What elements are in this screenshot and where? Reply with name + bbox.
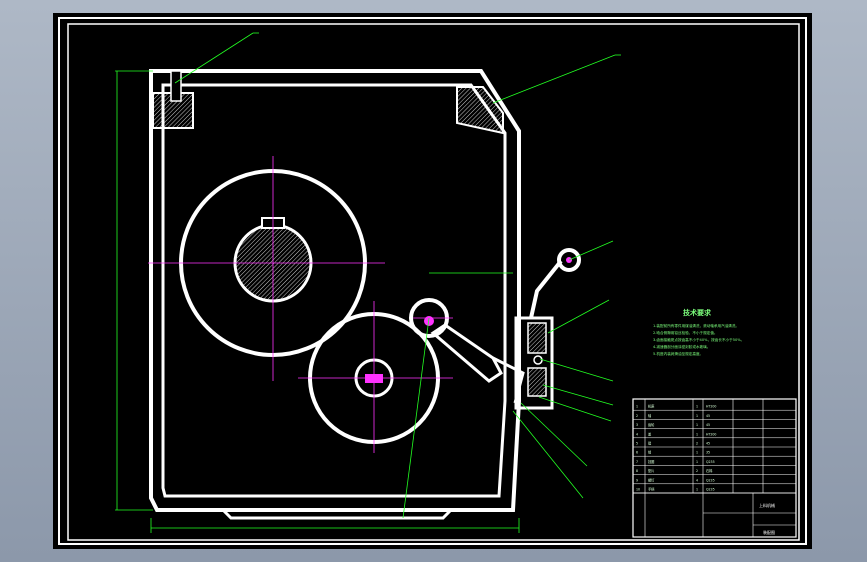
part-title: 装配图 (763, 529, 775, 535)
parts-cell: 齿轮 (648, 422, 655, 427)
large-gear (148, 156, 385, 381)
parts-cell: 2 (636, 414, 638, 418)
parts-cell: 垫片 (648, 468, 654, 473)
parts-list: 1 机座 1 HT200 2 轴 1 45 3 齿轮 1 45 4 盖 1 HT200 5 键 2 45 6 销 1 35 7 挡… (633, 404, 796, 494)
parts-cell: 2 (696, 469, 698, 473)
parts-cell: 9 (636, 478, 638, 482)
parts-cell: 1 (696, 423, 698, 427)
parts-cell: Q235 (706, 488, 715, 492)
gearbox-housing (149, 69, 521, 520)
drawing-name: 上料机械 (759, 502, 775, 508)
parts-cell: 1 (696, 451, 698, 455)
parts-cell: 机座 (648, 404, 655, 409)
parts-cell: 6 (636, 451, 638, 455)
parts-cell: HT200 (706, 405, 716, 409)
parts-cell: 5 (636, 442, 638, 446)
cad-drawing-canvas[interactable]: 技术要求 1.装配前所有零件用煤油清洗，滚动轴承用汽油清洗。 2.啮合侧隙用铅丝… (53, 13, 812, 549)
tech-requirement-line: 3.齿面接触斑点按齿高不小于40%，按齿长不小于50%。 (653, 337, 744, 342)
parts-cell: 45 (706, 442, 710, 446)
parts-cell: 1 (636, 405, 638, 409)
parts-cell: 3 (636, 423, 638, 427)
tech-requirement-line: 1.装配前所有零件用煤油清洗，滚动轴承用汽油清洗。 (653, 323, 739, 328)
parts-cell: 4 (696, 478, 698, 482)
parts-cell: 10 (636, 488, 640, 492)
parts-cell: 45 (706, 414, 710, 418)
parts-cell: 1 (696, 432, 698, 436)
assembly-drawing: 技术要求 1.装配前所有零件用煤油清洗，滚动轴承用汽油清洗。 2.啮合侧隙用铅丝… (58, 17, 807, 545)
parts-cell: Q235 (706, 460, 715, 464)
parts-cell: 45 (706, 423, 710, 427)
parts-cell: 7 (636, 460, 638, 464)
tech-requirements: 技术要求 1.装配前所有零件用煤油清洗，滚动轴承用汽油清洗。 2.啮合侧隙用铅丝… (653, 308, 744, 356)
tech-requirement-line: 2.啮合侧隙用铅丝检验，不小于规定值。 (653, 330, 718, 335)
parts-cell: 挡圈 (648, 459, 654, 464)
tech-requirements-title: 技术要求 (683, 308, 712, 317)
parts-cell: 35 (706, 451, 710, 455)
parts-cell: 1 (696, 405, 698, 409)
tech-requirement-line: 4.减速器剖分面涂密封胶或水玻璃。 (653, 344, 710, 349)
parts-cell: 1 (696, 488, 698, 492)
parts-cell: 1 (696, 460, 698, 464)
parts-cell: 螺钉 (648, 477, 655, 482)
parts-cell: 8 (636, 469, 638, 473)
parts-cell: Q235 (706, 478, 715, 482)
parts-cell: 销 (648, 450, 652, 455)
parts-cell: 手柄 (648, 487, 655, 492)
parts-cell: 2 (696, 442, 698, 446)
title-block: 1 机座 1 HT200 2 轴 1 45 3 齿轮 1 45 4 盖 1 HT200 5 键 2 45 6 销 1 35 7 挡… (632, 398, 797, 538)
parts-cell: 键 (648, 441, 652, 446)
parts-cell: 盖 (648, 431, 652, 436)
parts-cell: 1 (696, 414, 698, 418)
parts-cell: 石棉 (706, 468, 712, 473)
parts-cell: 4 (636, 432, 638, 436)
parts-cell: 轴 (648, 413, 651, 418)
parts-cell: HT200 (706, 432, 716, 436)
tech-requirement-line: 5.机座内装润滑油至规定高度。 (653, 351, 703, 356)
